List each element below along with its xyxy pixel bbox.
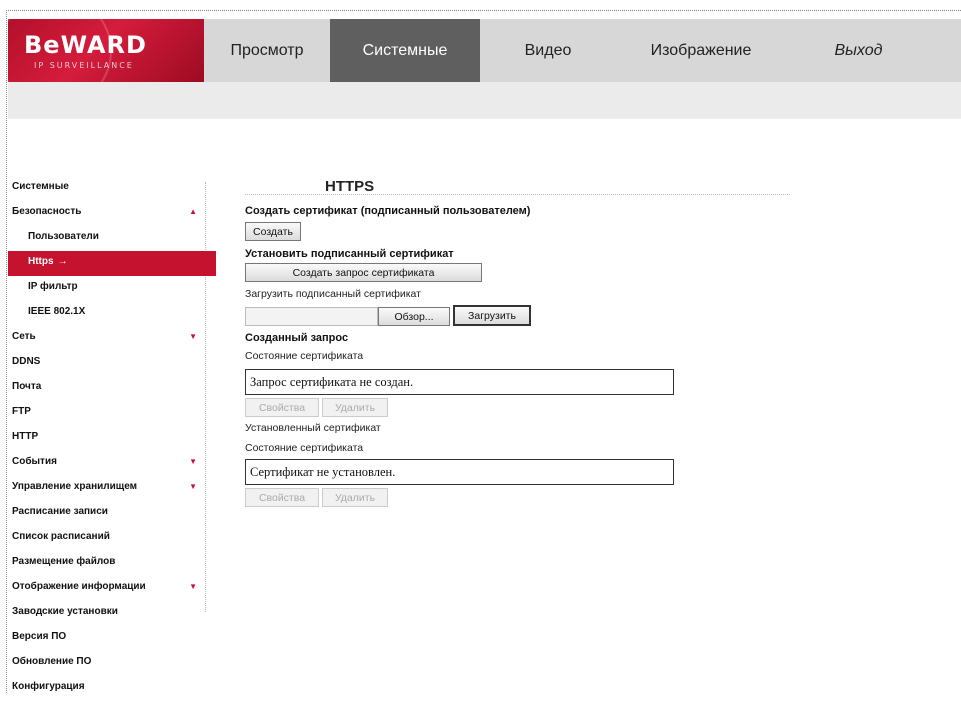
sidebar-item-label: Https bbox=[28, 256, 54, 267]
logo-text: BeWARD bbox=[24, 31, 147, 59]
sidebar-item-label: Конфигурация bbox=[12, 681, 85, 692]
sidebar-item-label: Пользователи bbox=[28, 231, 99, 242]
title-divider bbox=[245, 194, 790, 195]
created-request-heading: Созданный запрос bbox=[245, 332, 349, 344]
sidebar-item-label: Обновление ПО bbox=[12, 656, 92, 667]
request-delete-button[interactable]: Удалить bbox=[322, 398, 388, 417]
sidebar-item-file-location[interactable]: Размещение файлов bbox=[8, 551, 205, 576]
sidebar-item-label: Размещение файлов bbox=[12, 556, 116, 567]
sidebar-item-label: Сеть bbox=[12, 331, 36, 342]
create-cert-heading: Создать сертификат (подписанный пользова… bbox=[245, 205, 531, 217]
sidebar-item-info-display[interactable]: Отображение информации ▼ bbox=[8, 576, 205, 601]
sidebar-item-label: DDNS bbox=[12, 356, 41, 367]
installed-status-box: Сертификат не установлен. bbox=[245, 459, 674, 485]
installed-cert-label: Установленный сертификат bbox=[245, 422, 381, 434]
sidebar-item-label: IEEE 802.1X bbox=[28, 306, 86, 317]
browse-button[interactable]: Обзор... bbox=[378, 307, 450, 326]
expand-arrow-icon[interactable]: ▼ bbox=[189, 451, 197, 473]
sidebar-item-network[interactable]: Сеть ▼ bbox=[8, 326, 205, 351]
beward-logo[interactable]: BeWARD IP SURVEILLANCE bbox=[8, 19, 204, 82]
expand-arrow-icon[interactable]: ▼ bbox=[189, 476, 197, 498]
sidebar-item-mail[interactable]: Почта bbox=[8, 376, 205, 401]
sidebar-item-label: Версия ПО bbox=[12, 631, 67, 642]
frame-left-border bbox=[6, 10, 7, 693]
sidebar-item-record-schedule[interactable]: Расписание записи bbox=[8, 501, 205, 526]
cert-status-label: Состояние сертификата bbox=[245, 350, 364, 362]
page-title: HTTPS bbox=[325, 178, 375, 195]
create-cert-button[interactable]: Создать bbox=[245, 222, 301, 241]
installed-delete-button[interactable]: Удалить bbox=[322, 488, 388, 507]
sidebar-item-storage[interactable]: Управление хранилищем ▼ bbox=[8, 476, 205, 501]
sidebar-item-users[interactable]: Пользователи bbox=[8, 226, 205, 251]
request-status-box: Запрос сертификата не создан. bbox=[245, 369, 674, 395]
logo-subtitle: IP SURVEILLANCE bbox=[34, 61, 134, 70]
sidebar-item-ieee8021x[interactable]: IEEE 802.1X bbox=[8, 301, 205, 326]
sidebar-item-https[interactable]: Https → bbox=[8, 251, 216, 276]
sidebar-divider bbox=[205, 182, 206, 612]
expand-arrow-icon[interactable]: ▼ bbox=[189, 326, 197, 348]
frame-top-border bbox=[6, 10, 961, 11]
sidebar-item-label: Заводские установки bbox=[12, 606, 118, 617]
sidebar-item-schedule-list[interactable]: Список расписаний bbox=[8, 526, 205, 551]
expand-arrow-icon[interactable]: ▼ bbox=[189, 576, 197, 598]
sidebar-item-label: Почта bbox=[12, 381, 42, 392]
nav-system[interactable]: Системные bbox=[330, 19, 480, 82]
sidebar-item-events[interactable]: События ▼ bbox=[8, 451, 205, 476]
sidebar-item-label: Расписание записи bbox=[12, 506, 108, 517]
sidebar-item-http[interactable]: HTTP bbox=[8, 426, 205, 451]
install-cert-heading: Установить подписанный сертификат bbox=[245, 248, 454, 260]
installed-status-label: Состояние сертификата bbox=[245, 442, 364, 454]
sidebar-item-system[interactable]: Системные bbox=[8, 176, 205, 201]
sidebar-item-configuration[interactable]: Конфигурация bbox=[8, 676, 205, 701]
sidebar-item-label: IP фильтр bbox=[28, 281, 78, 292]
sidebar-item-label: Отображение информации bbox=[12, 581, 146, 592]
main-nav: Просмотр Системные Видео Изображение Вых… bbox=[204, 19, 931, 82]
sidebar-item-label: События bbox=[12, 456, 57, 467]
arrow-right-icon: → bbox=[57, 256, 68, 267]
sidebar-item-label: Управление хранилищем bbox=[12, 481, 138, 492]
sidebar-item-ip-filter[interactable]: IP фильтр bbox=[8, 276, 205, 301]
sidebar-item-label: Системные bbox=[12, 181, 69, 192]
sidebar-item-label: Список расписаний bbox=[12, 531, 110, 542]
nav-logout[interactable]: Выход bbox=[786, 19, 931, 82]
sidebar-item-ftp[interactable]: FTP bbox=[8, 401, 205, 426]
nav-view[interactable]: Просмотр bbox=[204, 19, 330, 82]
nav-image[interactable]: Изображение bbox=[616, 19, 786, 82]
sidebar: Системные Безопасность ▲ Пользователи Htt… bbox=[8, 176, 216, 701]
sidebar-item-label: FTP bbox=[12, 406, 31, 417]
installed-properties-button[interactable]: Свойства bbox=[245, 488, 319, 507]
create-request-button[interactable]: Создать запрос сертификата bbox=[245, 263, 482, 282]
nav-video[interactable]: Видео bbox=[480, 19, 616, 82]
request-properties-button[interactable]: Свойства bbox=[245, 398, 319, 417]
sub-nav-bar bbox=[8, 82, 961, 119]
sidebar-item-label: HTTP bbox=[12, 431, 39, 442]
header: BeWARD IP SURVEILLANCE Просмотр Системны… bbox=[8, 19, 961, 82]
sidebar-item-ddns[interactable]: DDNS bbox=[8, 351, 205, 376]
sidebar-item-firmware-version[interactable]: Версия ПО bbox=[8, 626, 205, 651]
upload-cert-label: Загрузить подписанный сертификат bbox=[245, 288, 421, 300]
upload-button[interactable]: Загрузить bbox=[453, 305, 531, 326]
sidebar-item-factory-defaults[interactable]: Заводские установки bbox=[8, 601, 205, 626]
collapse-arrow-icon[interactable]: ▲ bbox=[189, 201, 197, 223]
sidebar-item-firmware-update[interactable]: Обновление ПО bbox=[8, 651, 205, 676]
cert-file-input[interactable] bbox=[245, 307, 378, 326]
sidebar-item-security[interactable]: Безопасность ▲ bbox=[8, 201, 205, 226]
sidebar-item-label: Безопасность bbox=[12, 206, 82, 217]
